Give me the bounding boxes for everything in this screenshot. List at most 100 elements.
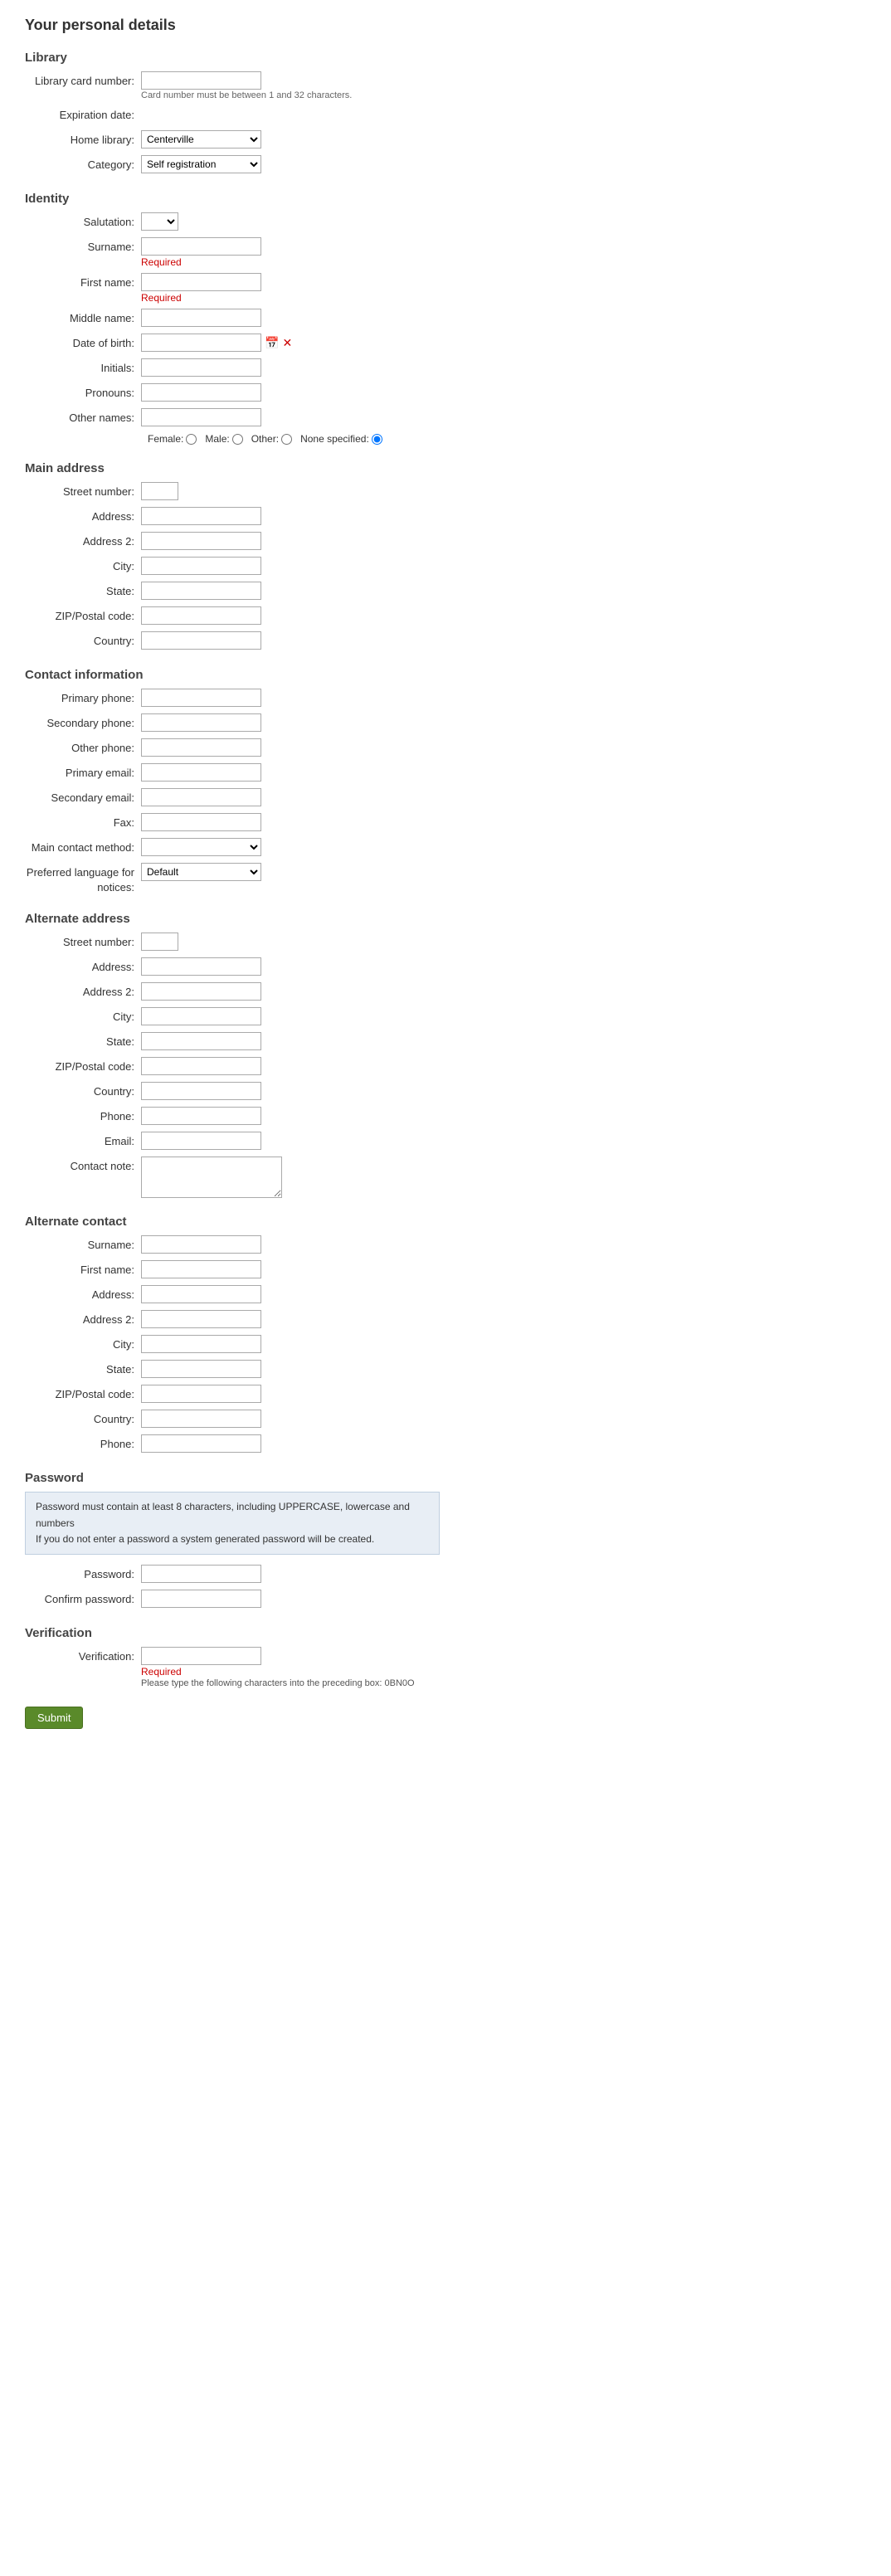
- altcon-address-row: Address:: [25, 1285, 440, 1305]
- altcon-address2-input[interactable]: [141, 1310, 261, 1328]
- alt-street-number-input[interactable]: [141, 933, 178, 951]
- home-library-select[interactable]: Centerville: [141, 130, 261, 149]
- fax-row: Fax:: [25, 813, 440, 833]
- calendar-icon[interactable]: 📅: [265, 336, 279, 350]
- section-identity: Identity: [25, 192, 440, 206]
- main-address2-input[interactable]: [141, 532, 261, 550]
- pref-language-select[interactable]: Default: [141, 863, 261, 881]
- main-address2-field: [141, 532, 440, 550]
- gender-other-option: Other:: [251, 433, 292, 445]
- alt-zip-field: [141, 1057, 440, 1075]
- alt-country-input[interactable]: [141, 1082, 261, 1100]
- surname-input[interactable]: [141, 237, 261, 256]
- alt-state-input[interactable]: [141, 1032, 261, 1050]
- category-label: Category:: [25, 155, 141, 173]
- main-zip-input[interactable]: [141, 606, 261, 625]
- alt-city-field: [141, 1007, 440, 1025]
- other-phone-input[interactable]: [141, 738, 261, 757]
- section-alternate-address: Alternate address: [25, 912, 440, 926]
- other-phone-label: Other phone:: [25, 738, 141, 756]
- altcon-city-row: City:: [25, 1335, 440, 1355]
- alt-zip-input[interactable]: [141, 1057, 261, 1075]
- altcon-city-input[interactable]: [141, 1335, 261, 1353]
- category-select[interactable]: Self registration: [141, 155, 261, 173]
- expiration-date-row: Expiration date:: [25, 105, 440, 125]
- alt-address-field: [141, 957, 440, 976]
- altcon-zip-input[interactable]: [141, 1385, 261, 1403]
- alt-address2-input[interactable]: [141, 982, 261, 1001]
- other-phone-row: Other phone:: [25, 738, 440, 758]
- main-address-label: Address:: [25, 507, 141, 524]
- password-input[interactable]: [141, 1565, 261, 1583]
- firstname-input[interactable]: [141, 273, 261, 291]
- alt-address-label: Address:: [25, 957, 141, 975]
- main-city-label: City:: [25, 557, 141, 574]
- primary-phone-row: Primary phone:: [25, 689, 440, 709]
- gender-female-radio[interactable]: [186, 434, 197, 445]
- library-card-input[interactable]: [141, 71, 261, 90]
- secondary-phone-input[interactable]: [141, 713, 261, 732]
- primary-email-input[interactable]: [141, 763, 261, 782]
- dob-field: 📅 ✕: [141, 334, 440, 352]
- section-verification: Verification: [25, 1626, 440, 1640]
- alt-contact-note-textarea[interactable]: [141, 1157, 282, 1198]
- other-names-row: Other names:: [25, 408, 440, 428]
- salutation-select[interactable]: [141, 212, 178, 231]
- gender-none-label: None specified:: [300, 433, 369, 445]
- initials-input[interactable]: [141, 358, 261, 377]
- fax-input[interactable]: [141, 813, 261, 831]
- altcon-firstname-field: [141, 1260, 440, 1278]
- altcon-state-input[interactable]: [141, 1360, 261, 1378]
- gender-none-radio[interactable]: [372, 434, 382, 445]
- altcon-firstname-input[interactable]: [141, 1260, 261, 1278]
- firstname-field: Required: [141, 273, 440, 304]
- main-city-input[interactable]: [141, 557, 261, 575]
- altcon-firstname-row: First name:: [25, 1260, 440, 1280]
- home-library-label: Home library:: [25, 130, 141, 148]
- alt-zip-row: ZIP/Postal code:: [25, 1057, 440, 1077]
- alt-email-field: [141, 1132, 440, 1150]
- middlename-field: [141, 309, 440, 327]
- gender-male-radio[interactable]: [232, 434, 243, 445]
- altcon-surname-input[interactable]: [141, 1235, 261, 1254]
- main-contact-method-select[interactable]: [141, 838, 261, 856]
- gender-male-option: Male:: [205, 433, 242, 445]
- alt-email-input[interactable]: [141, 1132, 261, 1150]
- altcon-country-label: Country:: [25, 1410, 141, 1427]
- main-state-input[interactable]: [141, 582, 261, 600]
- alt-city-input[interactable]: [141, 1007, 261, 1025]
- clear-date-icon[interactable]: ✕: [282, 336, 292, 350]
- alt-address-input[interactable]: [141, 957, 261, 976]
- main-street-number-input[interactable]: [141, 482, 178, 500]
- altcon-address-input[interactable]: [141, 1285, 261, 1303]
- middlename-input[interactable]: [141, 309, 261, 327]
- dob-input[interactable]: [141, 334, 261, 352]
- main-address-input[interactable]: [141, 507, 261, 525]
- surname-field: Required: [141, 237, 440, 268]
- secondary-email-input[interactable]: [141, 788, 261, 806]
- library-card-field: Card number must be between 1 and 32 cha…: [141, 71, 440, 100]
- gender-other-radio[interactable]: [281, 434, 292, 445]
- verification-input[interactable]: [141, 1647, 261, 1665]
- alt-phone-input[interactable]: [141, 1107, 261, 1125]
- main-country-label: Country:: [25, 631, 141, 649]
- initials-label: Initials:: [25, 358, 141, 376]
- section-main-address: Main address: [25, 461, 440, 475]
- middlename-row: Middle name:: [25, 309, 440, 329]
- alt-phone-label: Phone:: [25, 1107, 141, 1124]
- altcon-phone-label: Phone:: [25, 1434, 141, 1452]
- other-names-input[interactable]: [141, 408, 261, 426]
- alt-email-label: Email:: [25, 1132, 141, 1149]
- main-city-row: City:: [25, 557, 440, 577]
- primary-phone-input[interactable]: [141, 689, 261, 707]
- main-address-field: [141, 507, 440, 525]
- submit-button[interactable]: Submit: [25, 1707, 83, 1729]
- alt-city-label: City:: [25, 1007, 141, 1025]
- confirm-password-input[interactable]: [141, 1590, 261, 1608]
- main-address-row: Address:: [25, 507, 440, 527]
- secondary-phone-row: Secondary phone:: [25, 713, 440, 733]
- altcon-country-input[interactable]: [141, 1410, 261, 1428]
- pronouns-input[interactable]: [141, 383, 261, 402]
- main-country-input[interactable]: [141, 631, 261, 650]
- altcon-phone-input[interactable]: [141, 1434, 261, 1453]
